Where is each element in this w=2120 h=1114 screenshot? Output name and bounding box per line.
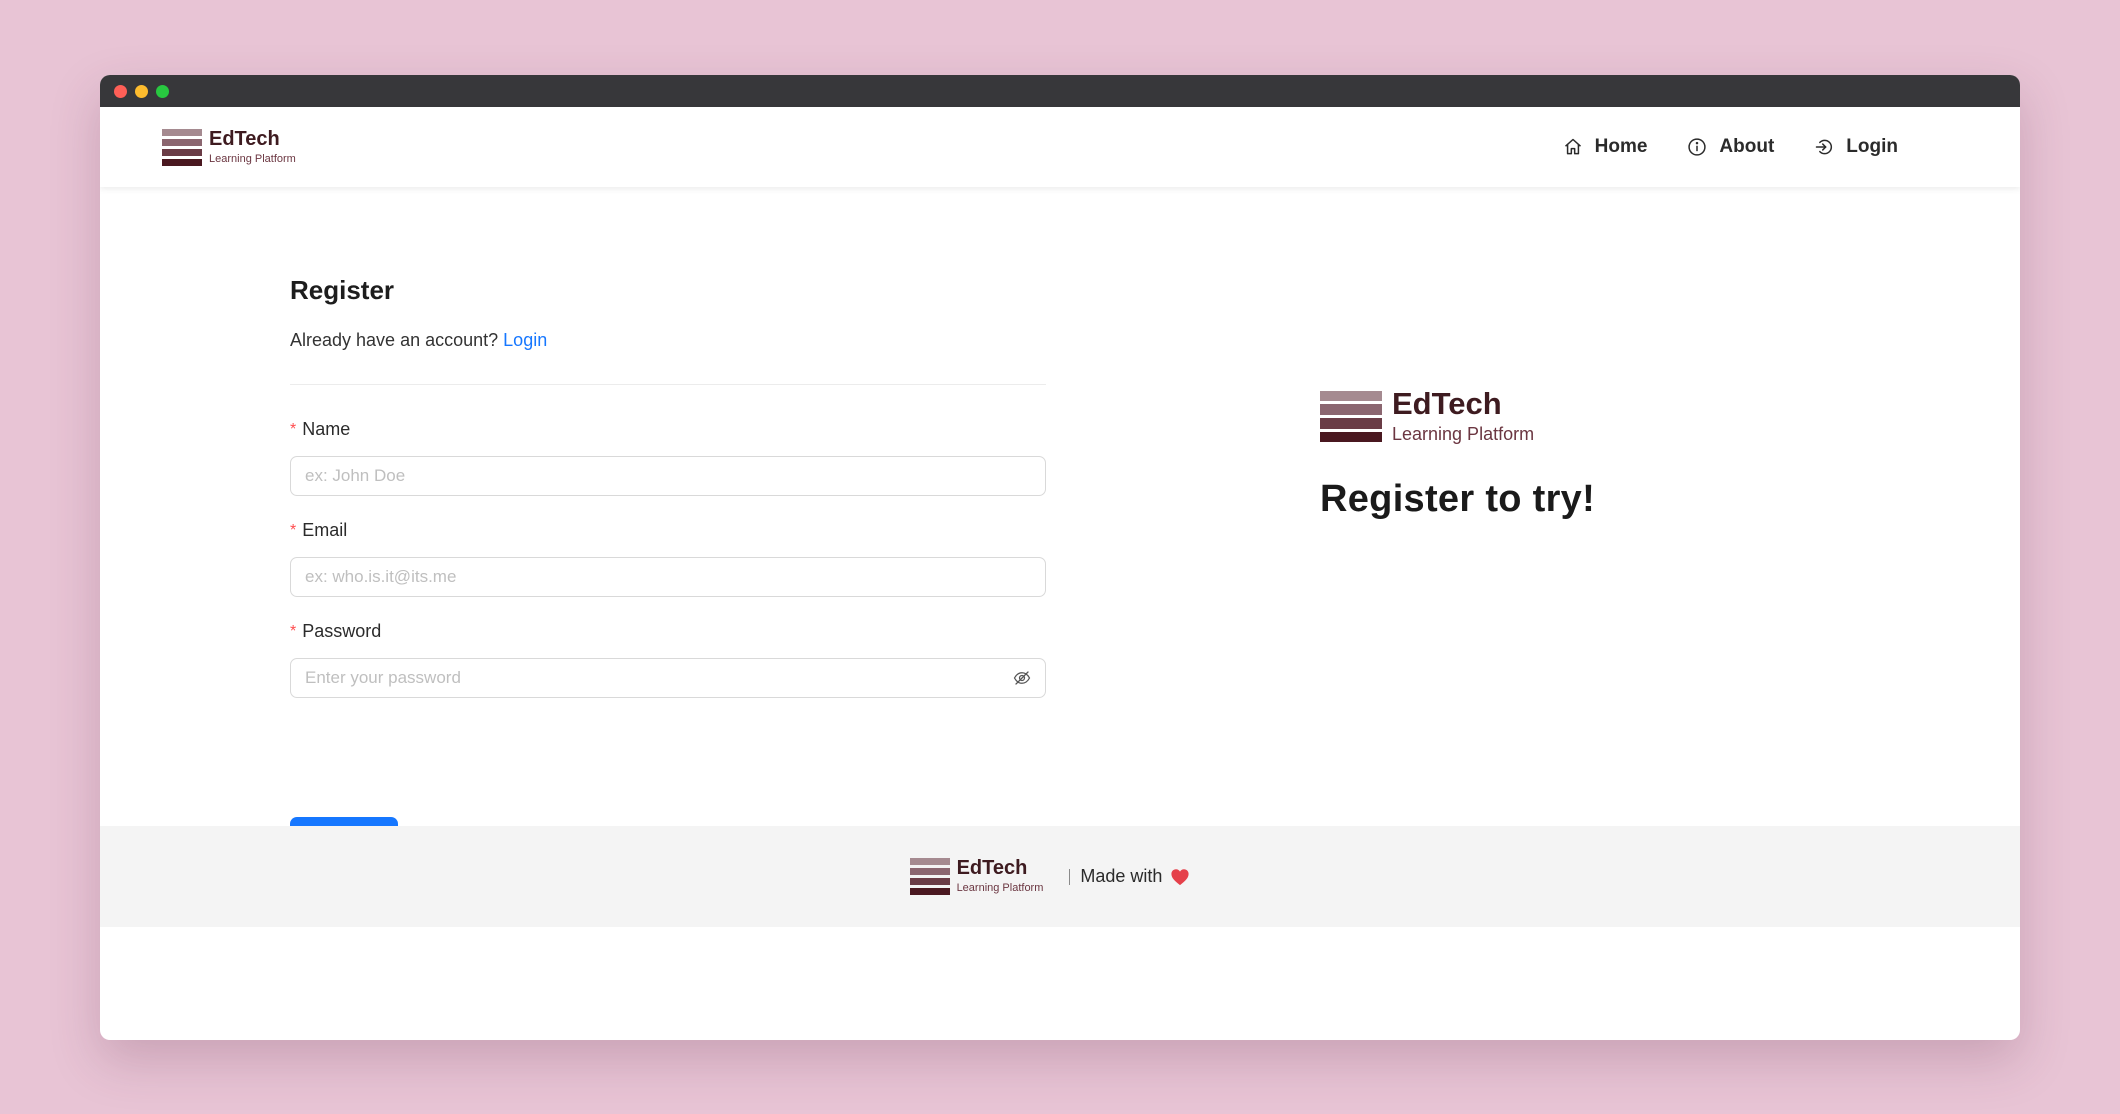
login-icon (1814, 137, 1834, 157)
nav-links: Home About Login (1563, 136, 1898, 158)
email-input[interactable]: ex: who.is.it@its.me (290, 557, 1046, 597)
required-marker: * (290, 420, 297, 438)
name-input[interactable]: ex: John Doe (290, 456, 1046, 496)
password-label: * Password (290, 621, 1046, 642)
name-label: * Name (290, 419, 1046, 440)
brand-name: EdTech (209, 127, 280, 150)
home-icon (1563, 137, 1583, 157)
password-label-text: Password (302, 621, 382, 641)
footer-logo: EdTech Learning Platform (909, 857, 1044, 895)
email-field-group: * Email ex: who.is.it@its.me (290, 520, 1046, 597)
required-marker: * (290, 622, 297, 640)
footer: EdTech Learning Platform Made with (100, 826, 2020, 927)
divider (290, 384, 1046, 385)
password-input[interactable]: Enter your password (290, 658, 1046, 698)
logo-stack-icon (909, 858, 950, 895)
made-with: Made with (1080, 866, 1190, 887)
footer-brand-tagline: Learning Platform (956, 882, 1044, 895)
required-marker: * (290, 521, 297, 539)
window-titlebar (100, 75, 2020, 107)
maximize-window-button[interactable] (156, 84, 169, 98)
promo-title: Register to try! (1320, 477, 1596, 520)
brand-logo[interactable]: EdTech Learning Platform (162, 127, 296, 166)
made-with-text: Made with (1080, 866, 1163, 886)
close-window-button[interactable] (114, 84, 127, 98)
promo-panel: EdTech Learning Platform Register to try… (1320, 388, 1595, 521)
email-placeholder: ex: who.is.it@its.me (305, 567, 457, 586)
account-prompt: Already have an account? Login (290, 330, 1046, 351)
promo-brand-tagline: Learning Platform (1392, 424, 1535, 444)
nav-login-label: Login (1846, 136, 1898, 157)
navbar: EdTech Learning Platform Home About Logi… (100, 107, 2020, 187)
register-form: Register Already have an account? Login … (290, 275, 1046, 857)
browser-window: EdTech Learning Platform Home About Logi… (100, 75, 2020, 1040)
brand-tagline: Learning Platform (209, 152, 296, 165)
email-label: * Email (290, 520, 1046, 541)
promo-brand-name: EdTech (1392, 386, 1502, 421)
logo-stack-icon (162, 128, 202, 166)
main-content: Register Already have an account? Login … (100, 187, 2020, 927)
nav-home-label: Home (1594, 136, 1648, 157)
password-placeholder: Enter your password (305, 668, 461, 687)
password-field-group: * Password Enter your password (290, 621, 1046, 698)
email-label-text: Email (302, 520, 348, 540)
page-title: Register (290, 275, 395, 305)
logo-stack-icon (1320, 390, 1382, 442)
account-prompt-text: Already have an account? (290, 330, 499, 350)
nav-login[interactable]: Login (1814, 136, 1898, 158)
minimize-window-button[interactable] (135, 84, 148, 98)
nav-about[interactable]: About (1687, 136, 1774, 158)
nav-home[interactable]: Home (1563, 136, 1648, 158)
eye-invisible-icon[interactable] (1013, 669, 1031, 687)
footer-separator (1069, 868, 1071, 885)
name-label-text: Name (302, 419, 351, 439)
footer-brand-name: EdTech (956, 857, 1028, 880)
promo-logo: EdTech Learning Platform (1320, 388, 1595, 445)
heart-icon (1170, 868, 1190, 886)
name-field-group: * Name ex: John Doe (290, 419, 1046, 496)
info-icon (1687, 137, 1707, 157)
name-placeholder: ex: John Doe (305, 466, 406, 485)
nav-about-label: About (1719, 136, 1775, 157)
login-link[interactable]: Login (503, 330, 547, 350)
